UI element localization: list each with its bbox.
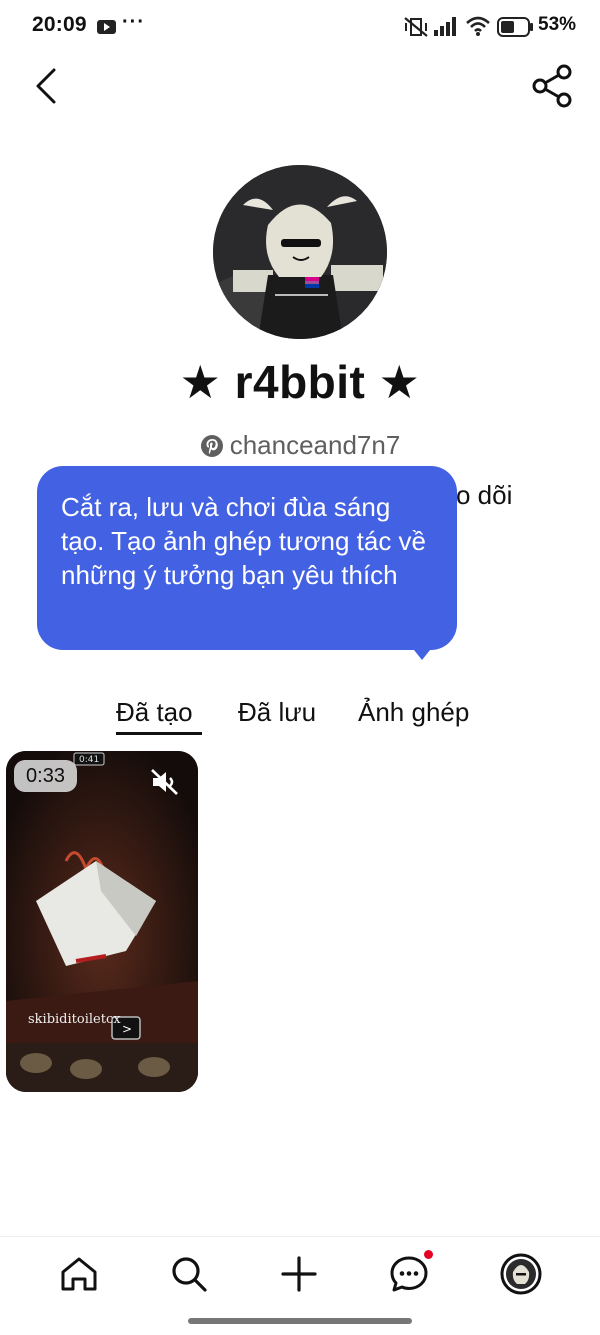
notification-badge (424, 1250, 433, 1259)
tab-saved[interactable]: Đã lưu (238, 697, 316, 728)
tab-created[interactable]: Đã tạo (116, 697, 193, 728)
wifi-icon (466, 16, 490, 36)
battery-icon (497, 17, 533, 37)
avatar-image (213, 165, 387, 339)
pinterest-icon (200, 435, 223, 457)
status-time: 20:09 (32, 13, 87, 36)
signal-icon (434, 17, 456, 36)
plus-icon[interactable] (277, 1252, 321, 1296)
pin-overlay-text: skibiditoiletcx (28, 1012, 121, 1027)
tab-collages[interactable]: Ảnh ghép (358, 697, 469, 728)
more-notifications-icon: ··· (122, 11, 145, 33)
share-button[interactable] (528, 64, 576, 108)
profile-nav-avatar[interactable] (499, 1252, 543, 1296)
profile-name: ★ r4bbit ★ (179, 356, 421, 408)
tooltip-tail (410, 645, 434, 660)
home-indicator (188, 1318, 412, 1324)
tooltip-text: Cắt ra, lưu và chơi đùa sáng tạo. Tạo ản… (61, 492, 427, 590)
video-duration-badge: 0:33 (14, 760, 77, 792)
vibrate-off-icon (404, 17, 428, 37)
pin-thumbnail: 0:41 > skibiditoiletcx (6, 751, 198, 1092)
username-text: chanceand7n7 (229, 430, 401, 460)
pin-small-timer: 0:41 (79, 755, 99, 765)
collage-tooltip[interactable]: Cắt ra, lưu và chơi đùa sáng tạo. Tạo ản… (37, 466, 457, 650)
chat-icon[interactable] (387, 1252, 431, 1296)
back-button[interactable] (28, 66, 68, 106)
svg-text:>: > (122, 1022, 132, 1036)
youtube-notification-icon (97, 20, 116, 34)
home-icon[interactable] (57, 1252, 101, 1296)
following-count-partial[interactable]: o dõi (456, 480, 512, 511)
battery-percent: 53% (538, 14, 577, 35)
search-icon[interactable] (167, 1252, 211, 1296)
profile-avatar[interactable] (213, 165, 387, 339)
active-tab-indicator (116, 732, 202, 735)
pin-card[interactable]: 0:41 > skibiditoiletcx (6, 751, 198, 1092)
profile-handle: chanceand7n7 (0, 430, 600, 461)
status-bar: 20:09 ··· 53% (0, 0, 600, 52)
mute-icon[interactable] (150, 768, 180, 796)
